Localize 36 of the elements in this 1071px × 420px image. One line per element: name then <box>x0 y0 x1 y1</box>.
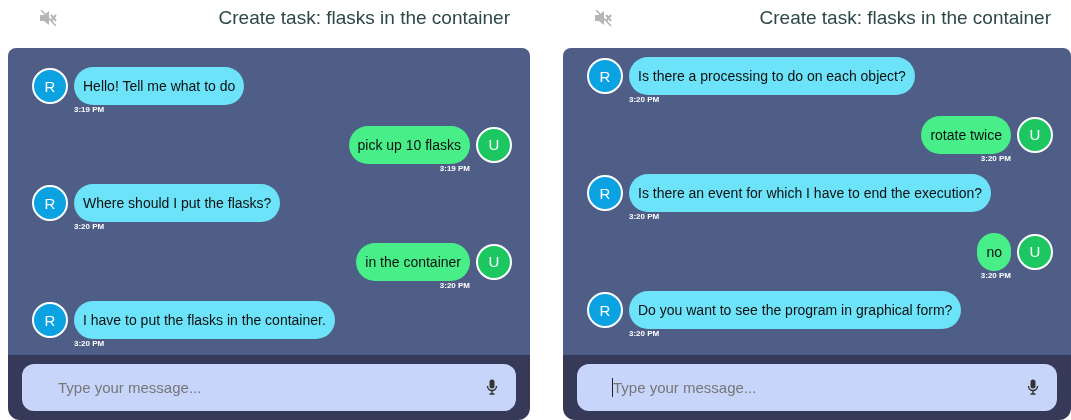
message-bubble: Hello! Tell me what to do <box>74 67 245 105</box>
message-bubble: Do you want to see the program in graphical form? <box>629 291 962 329</box>
avatar: U <box>1017 233 1053 270</box>
avatar: R <box>587 175 623 211</box>
message-time: 3:20 PM <box>629 212 660 222</box>
microphone-icon[interactable] <box>1027 379 1039 395</box>
message-bubble: in the container <box>356 242 470 281</box>
message-bubble: rotate twice <box>921 115 1011 154</box>
message-time: 3:20 PM <box>629 95 660 105</box>
message-time: 3:20 PM <box>439 280 470 291</box>
avatar: R <box>587 58 623 94</box>
message-bubble: no <box>977 232 1011 271</box>
message-bubble: Where should I put the flasks? <box>74 184 281 222</box>
avatar: U <box>476 243 512 280</box>
message-time: 3:20 PM <box>74 339 105 349</box>
avatar: U <box>476 126 512 163</box>
message-bubble: Is there a processing to do on each object? <box>629 57 915 95</box>
avatar: R <box>32 302 68 338</box>
avatar: U <box>1017 116 1053 153</box>
microphone-icon[interactable] <box>486 379 498 395</box>
message-input[interactable]: Type your message... <box>22 364 516 411</box>
message-bubble: pick up 10 flasks <box>348 125 470 164</box>
message-time: 3:20 PM <box>980 270 1011 281</box>
message-bubble: I have to put the flasks in the container. <box>74 301 335 339</box>
chat-title: Create task: flasks in the container <box>218 7 510 29</box>
message-bubble: Is there an event for which I have to end the execution? <box>629 174 991 212</box>
message-time: 3:19 PM <box>439 163 470 174</box>
chat-title: Create task: flasks in the container <box>759 7 1051 29</box>
message-time: 3:20 PM <box>74 222 105 232</box>
message-time: 3:19 PM <box>74 105 105 115</box>
avatar: R <box>587 292 623 328</box>
message-time: 3:20 PM <box>629 329 660 339</box>
message-time: 3:20 PM <box>980 153 1011 164</box>
avatar: R <box>32 185 68 221</box>
message-input[interactable]: Type your message... <box>577 364 1057 411</box>
avatar: R <box>32 68 68 104</box>
